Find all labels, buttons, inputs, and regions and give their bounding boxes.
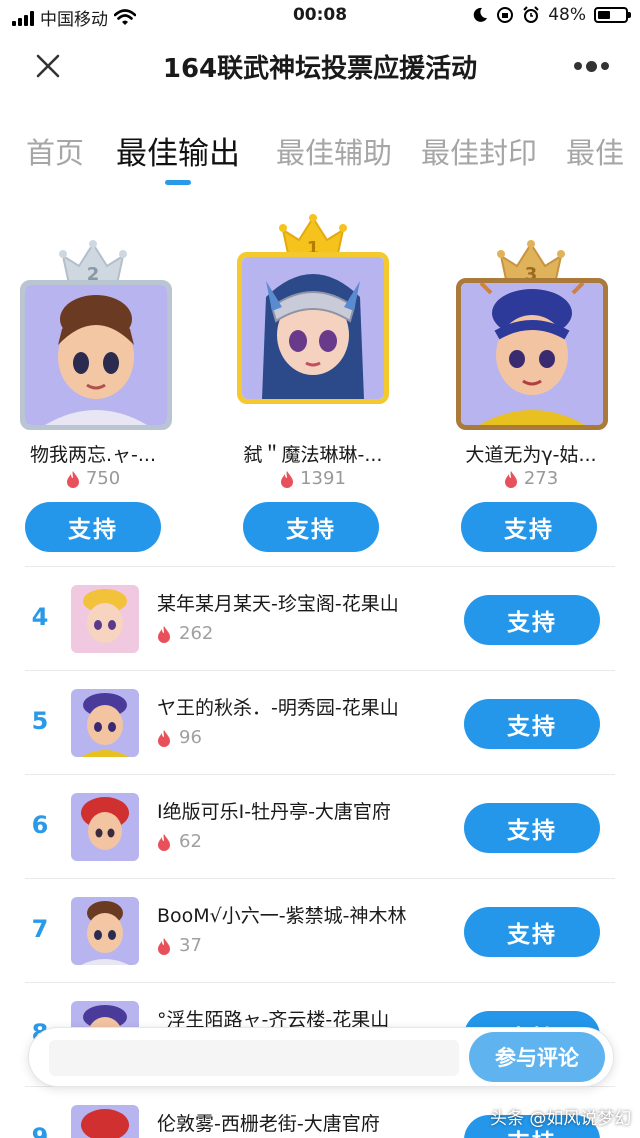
vote-count: 96 [157,727,202,748]
tab-best-seal[interactable]: 最佳封印 [421,130,537,172]
podium-player-name: 大道无为γ-姑... [465,444,597,466]
comment-button[interactable]: 参与评论 [469,1032,605,1082]
support-button[interactable]: 支持 [464,803,600,853]
podium-vote-count: 750 [8,468,178,489]
rank-number: 5 [31,707,49,735]
flame-icon [158,625,170,643]
vote-number: 62 [179,831,202,852]
rank-number: 7 [31,915,49,943]
watermark: 头条 @如风说梦幻 [490,1109,632,1129]
player-name: BooM√小六一-紫禁城-神木林 [157,905,407,927]
status-right: 48% [472,5,631,25]
avatar[interactable] [71,585,139,653]
vote-number: 273 [523,468,559,489]
character-portrait [461,283,603,425]
list-item: 6 I绝版可乐I-牡丹亭-大唐官府 62 支持 [25,774,615,878]
character-portrait [25,285,167,425]
rank-number: 9 [31,1123,49,1138]
more-button[interactable] [574,56,614,76]
support-button[interactable]: 支持 [464,907,600,957]
tab-best-more[interactable]: 最佳 [566,130,624,172]
avatar[interactable] [456,278,608,430]
tab-best-dps[interactable]: 最佳输出 [116,128,240,173]
active-tab-indicator [165,180,191,185]
avatar[interactable] [237,252,389,404]
support-button[interactable]: 支持 [464,699,600,749]
flame-icon [158,833,170,851]
avatar[interactable] [71,897,139,965]
character-portrait [242,257,384,399]
more-icon [574,62,582,70]
comment-input[interactable] [49,1040,459,1076]
moon-icon [473,7,488,22]
player-name: ヤ王的秋杀．-明秀园-花果山 [157,697,399,719]
flame-icon [66,470,79,488]
flame-icon [158,729,170,747]
player-name: I绝版可乐I-牡丹亭-大唐官府 [157,801,391,823]
support-button[interactable]: 支持 [461,502,597,552]
flame-icon [504,470,517,488]
character-portrait [71,793,139,861]
flame-icon [158,937,170,955]
podium-vote-count: 273 [446,468,616,489]
vote-number: 262 [179,623,214,644]
vote-count: 37 [157,935,202,956]
vote-count: 262 [157,623,213,644]
podium-rank-1: 1 弑＂魔法琳琳-... 1391 支持 [228,210,398,560]
avatar[interactable] [71,793,139,861]
page-title: 164联武神坛投票应援活动 [162,54,478,84]
flame-icon [281,470,294,488]
list-item: 7 BooM√小六一-紫禁城-神木林 37 支持 [25,878,615,982]
player-name: 某年某月某天-珍宝阁-花果山 [157,593,399,615]
rank-number: 4 [31,603,49,631]
support-button[interactable]: 支持 [25,502,161,552]
status-bar: 中国移动 00:08 48% [0,0,640,34]
list-item: 5 ヤ王的秋杀．-明秀园-花果山 96 支持 [25,670,615,774]
character-portrait [71,585,139,653]
battery-icon [594,7,631,23]
rank-number: 6 [31,811,49,839]
category-tabs: 首页 最佳输出 最佳辅助 最佳封印 最佳 [0,120,640,190]
alarm-icon [523,6,539,23]
podium-rank-2: 2 物我两忘.ャ-... 750 支持 [8,210,178,560]
list-item: 4 某年某月某天-珍宝阁-花果山 262 支持 [25,566,615,670]
character-portrait [71,1105,139,1138]
tab-home[interactable]: 首页 [26,130,84,172]
avatar[interactable] [71,689,139,757]
podium-player-name: 物我两忘.ャ-... [29,444,156,466]
battery-percent: 48% [548,5,586,25]
podium-player-name: 弑＂魔法琳琳-... [243,444,383,466]
podium-vote-count: 1391 [228,468,398,489]
nav-bar: 164联武神坛投票应援活动 [0,34,640,98]
support-button[interactable]: 支持 [243,502,379,552]
vote-number: 1391 [300,468,346,489]
avatar[interactable] [71,1105,139,1138]
support-button[interactable]: 支持 [464,595,600,645]
avatar[interactable] [20,280,172,430]
character-portrait [71,897,139,965]
podium-rank-3: 3 大道无为γ-姑... 273 支持 [446,210,616,560]
player-name: 伦敦雾-西栅老街-大唐官府 [157,1113,380,1135]
tab-best-support[interactable]: 最佳辅助 [276,130,392,172]
character-portrait [71,689,139,757]
vote-number: 96 [179,727,202,748]
vote-number: 37 [179,935,202,956]
comment-bar: 参与评论 [28,1027,614,1087]
orientation-lock-icon [497,7,514,23]
vote-number: 750 [85,468,121,489]
vote-count: 62 [157,831,202,852]
